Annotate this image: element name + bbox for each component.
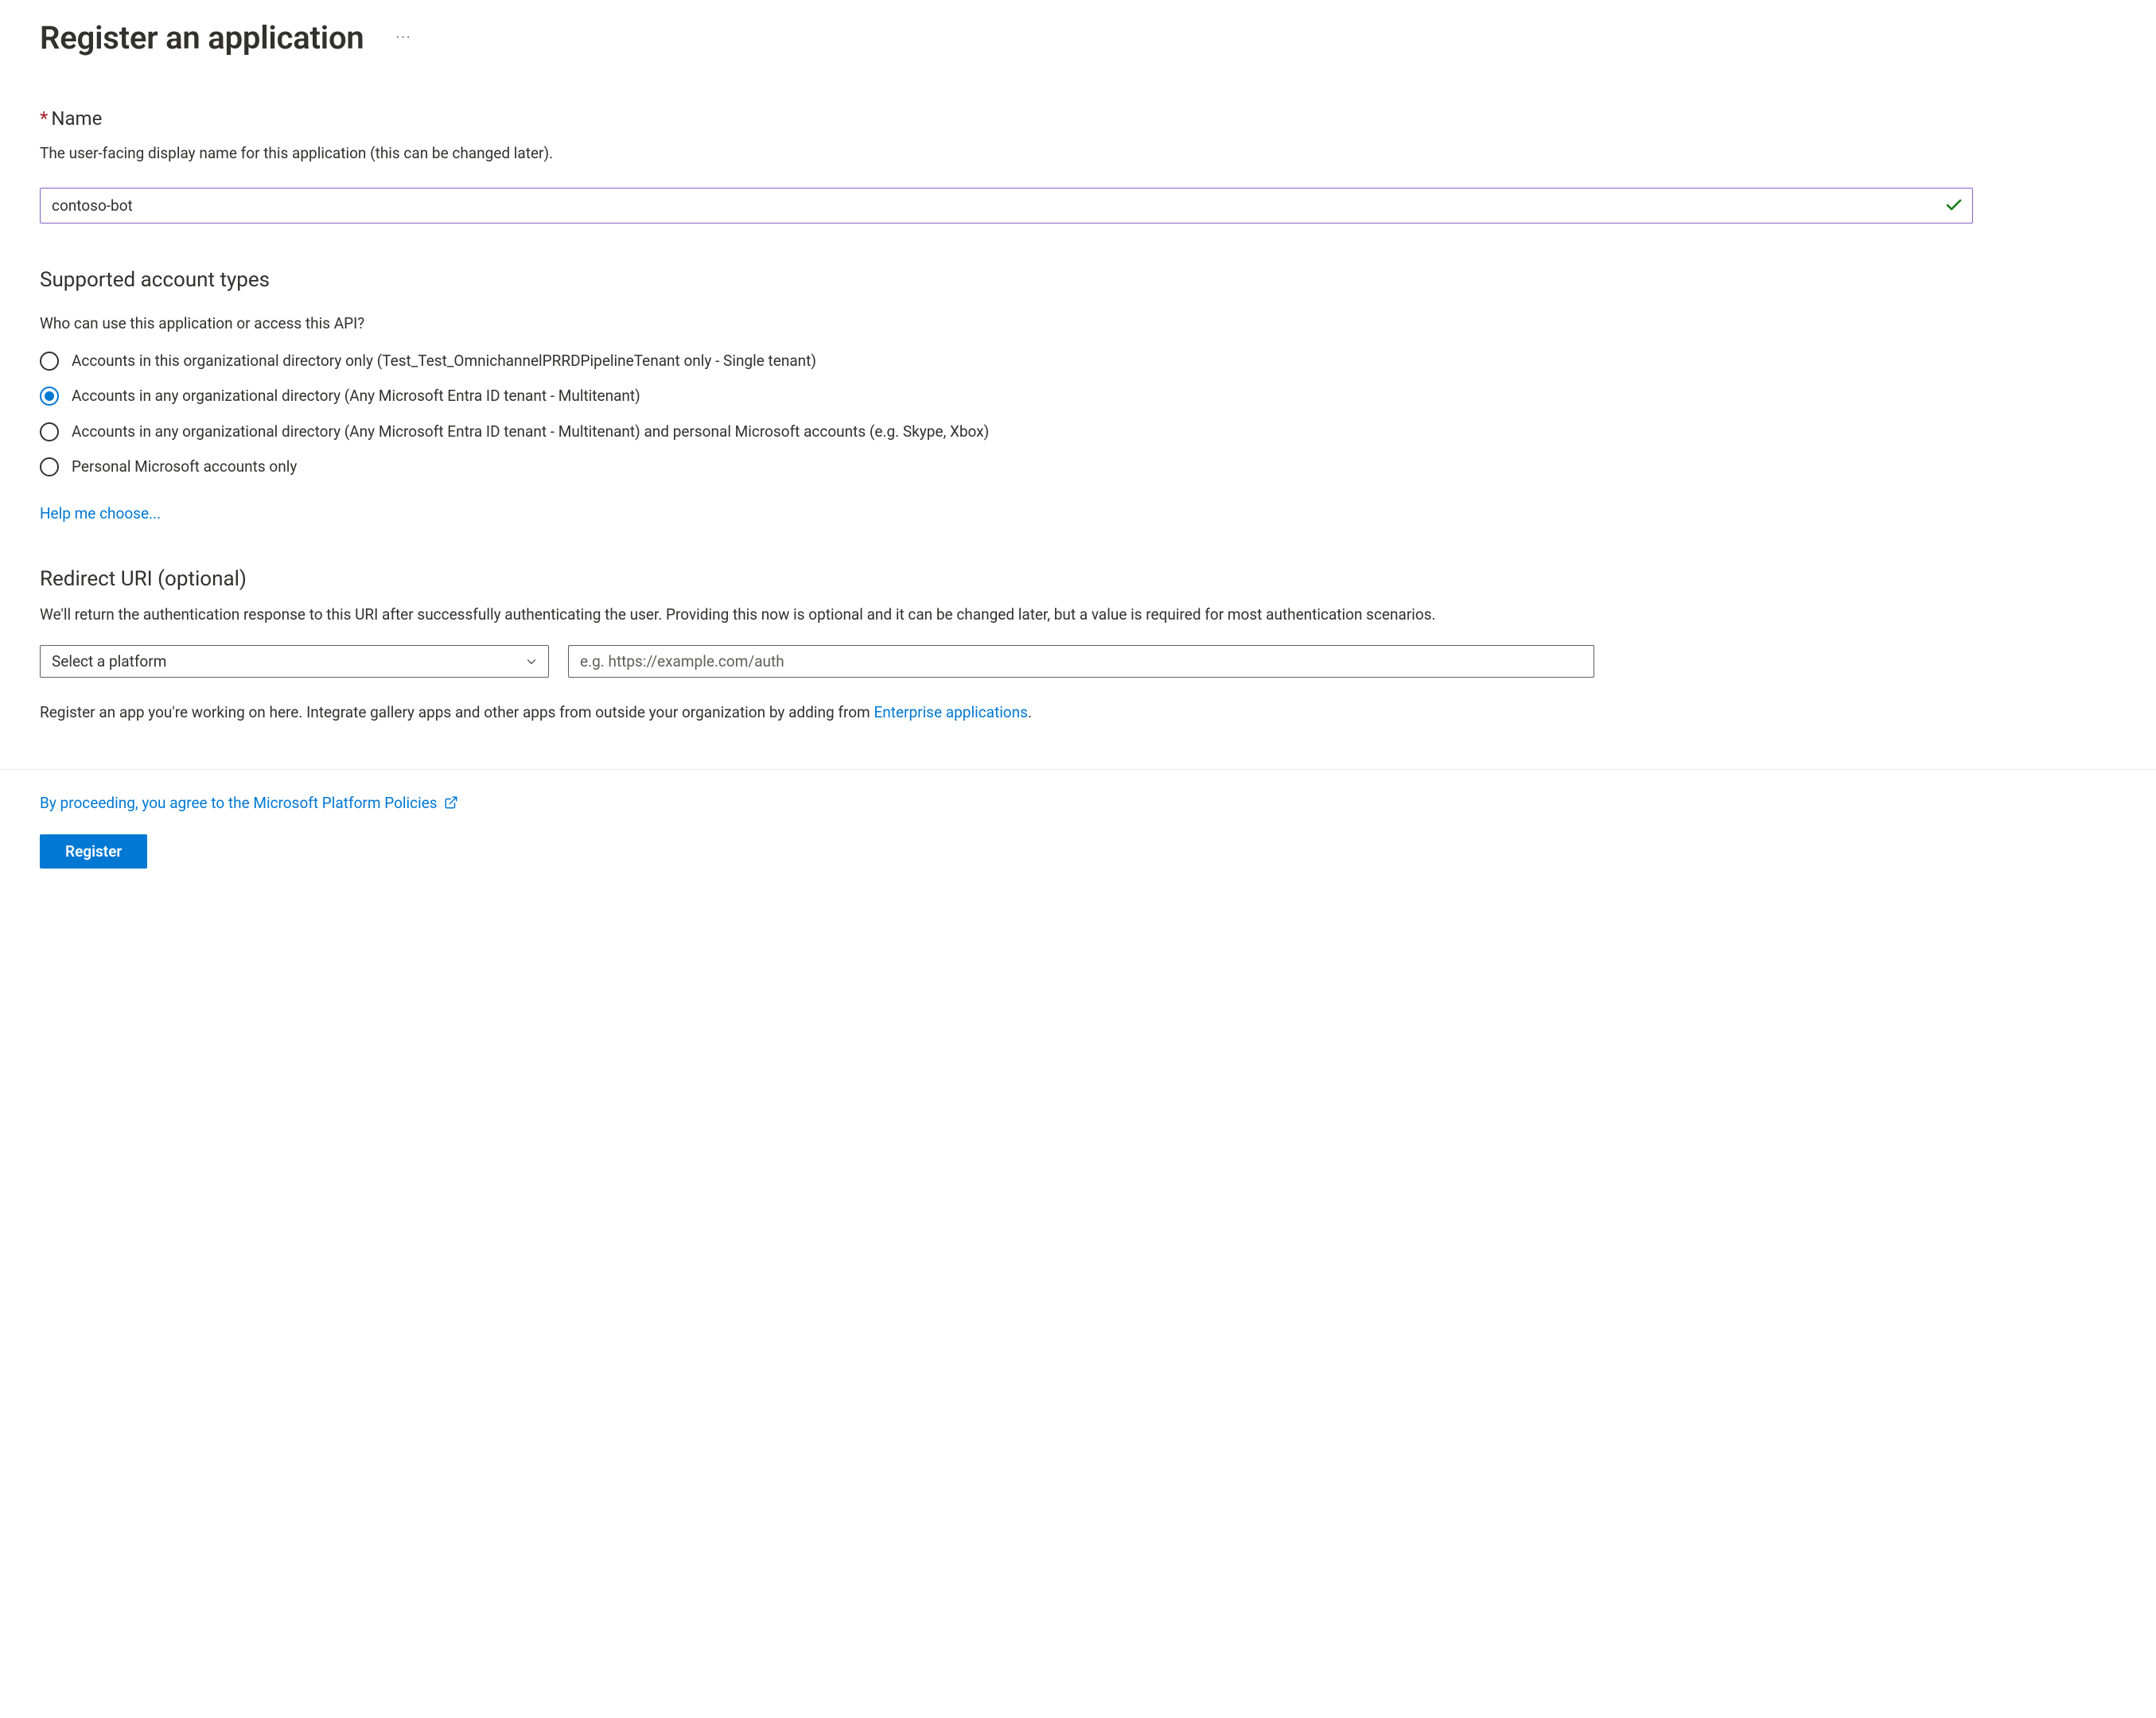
radio-indicator: [40, 457, 59, 476]
more-actions-button[interactable]: ···: [393, 26, 415, 49]
radio-inner-dot: [45, 391, 54, 401]
radio-indicator: [40, 387, 59, 406]
radio-indicator: [40, 422, 59, 441]
register-button[interactable]: Register: [40, 834, 147, 869]
name-description: The user-facing display name for this ap…: [40, 142, 2116, 165]
radio-label: Accounts in any organizational directory…: [72, 385, 640, 408]
name-label-text: Name: [51, 107, 102, 130]
account-types-section: Supported account types Who can use this…: [40, 268, 2116, 523]
radio-option-single-tenant[interactable]: Accounts in this organizational director…: [40, 350, 2116, 373]
name-section: *Name The user-facing display name for t…: [40, 107, 2116, 223]
name-input-wrapper: [40, 188, 1973, 223]
redirect-uri-input[interactable]: [568, 645, 1594, 678]
page-header: Register an application ···: [40, 19, 2116, 56]
account-types-heading: Supported account types: [40, 268, 2116, 292]
platform-policies-link[interactable]: By proceeding, you agree to the Microsof…: [40, 794, 458, 812]
radio-label: Accounts in any organizational directory…: [72, 421, 989, 444]
redirect-heading: Redirect URI (optional): [40, 567, 2116, 591]
help-me-choose-link[interactable]: Help me choose...: [40, 504, 161, 523]
footer-divider: [0, 769, 2156, 770]
redirect-inputs-row: Select a platform: [40, 645, 2116, 678]
enterprise-applications-link[interactable]: Enterprise applications: [874, 703, 1028, 721]
radio-indicator: [40, 352, 59, 371]
radio-option-personal-only[interactable]: Personal Microsoft accounts only: [40, 456, 2116, 479]
redirect-description: We'll return the authentication response…: [40, 604, 1933, 627]
integrate-suffix: .: [1028, 703, 1032, 721]
radio-option-multitenant-personal[interactable]: Accounts in any organizational directory…: [40, 421, 2116, 444]
platform-select[interactable]: Select a platform: [40, 645, 549, 678]
radio-label: Personal Microsoft accounts only: [72, 456, 297, 479]
policies-link-text: By proceeding, you agree to the Microsof…: [40, 794, 438, 812]
account-types-question: Who can use this application or access t…: [40, 314, 2116, 332]
integrate-prefix: Register an app you're working on here. …: [40, 703, 874, 721]
radio-option-multitenant[interactable]: Accounts in any organizational directory…: [40, 385, 2116, 408]
chevron-down-icon: [524, 655, 539, 669]
integrate-text: Register an app you're working on here. …: [40, 702, 2116, 725]
platform-select-value: Select a platform: [52, 652, 166, 670]
page-title: Register an application: [40, 19, 364, 56]
name-input[interactable]: [40, 188, 1973, 223]
account-types-radio-group: Accounts in this organizational director…: [40, 350, 2116, 479]
required-asterisk: *: [40, 107, 48, 130]
name-label: *Name: [40, 107, 2116, 130]
external-link-icon: [444, 795, 458, 810]
redirect-uri-section: Redirect URI (optional) We'll return the…: [40, 567, 2116, 725]
radio-label: Accounts in this organizational director…: [72, 350, 816, 373]
